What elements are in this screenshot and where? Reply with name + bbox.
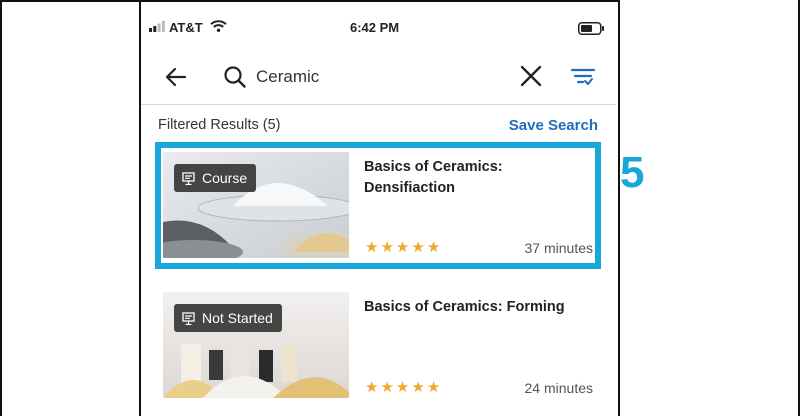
content-type-badge: Course: [174, 164, 257, 192]
battery-icon: [578, 22, 605, 40]
frame-divider-right: [618, 0, 620, 416]
course-thumbnail: Course: [163, 152, 349, 258]
status-time: 6:42 PM: [350, 20, 400, 35]
course-title: Basics of Ceramics: Densifiaction: [364, 159, 503, 196]
filter-icon: [570, 68, 596, 91]
status-left: AT&T: [149, 20, 227, 35]
status-bar: AT&T 6:42 PM: [141, 9, 616, 49]
frame-top-line: [0, 0, 620, 2]
course-card[interactable]: Not Started Basics of Ceramics: Forming …: [163, 292, 595, 400]
search-bar: [141, 49, 616, 105]
star-icon: ★: [365, 239, 379, 256]
star-icon: ★: [365, 379, 379, 396]
filter-button[interactable]: [570, 67, 596, 92]
course-icon: [182, 171, 195, 185]
step-number-callout: 5: [620, 148, 645, 197]
star-icon: ★: [395, 239, 410, 256]
star-icon: ★: [380, 239, 394, 256]
close-icon: [520, 65, 542, 91]
star-icon: ★: [380, 379, 394, 396]
back-arrow-icon: [163, 67, 189, 94]
star-rating: ★ ★ ★ ★ ★: [365, 240, 440, 255]
course-duration: 37 minutes: [524, 240, 593, 256]
carrier-label: AT&T: [169, 20, 203, 35]
frame-left-line: [0, 0, 2, 416]
search-icon: [223, 65, 247, 94]
star-icon: ★: [426, 379, 441, 396]
badge-label: Course: [202, 170, 248, 186]
save-search-link[interactable]: Save Search: [509, 117, 598, 134]
content-type-badge: Not Started: [174, 304, 282, 332]
clear-search-button[interactable]: [520, 65, 542, 92]
wifi-icon: [210, 20, 227, 35]
signal-icon: [149, 20, 165, 35]
back-button[interactable]: [163, 64, 189, 90]
star-rating: ★ ★ ★ ★ ★: [365, 380, 440, 395]
star-icon: ★: [411, 239, 425, 256]
results-header: Filtered Results (5) Save Search: [141, 105, 616, 145]
course-thumbnail: Not Started: [163, 292, 349, 398]
results-count: Filtered Results (5): [158, 117, 281, 133]
search-input[interactable]: [256, 63, 496, 91]
course-card[interactable]: Course Basics of Ceramics: Densifiaction…: [163, 152, 595, 260]
star-icon: ★: [411, 379, 425, 396]
badge-label: Not Started: [202, 310, 273, 326]
course-icon: [182, 311, 195, 325]
phone-screen: AT&T 6:42 PM Ceramic Filtered Results (5…: [141, 9, 616, 416]
star-icon: ★: [426, 239, 441, 256]
course-title: Basics of Ceramics: Forming: [364, 299, 565, 315]
course-duration: 24 minutes: [524, 380, 593, 396]
star-icon: ★: [395, 379, 410, 396]
